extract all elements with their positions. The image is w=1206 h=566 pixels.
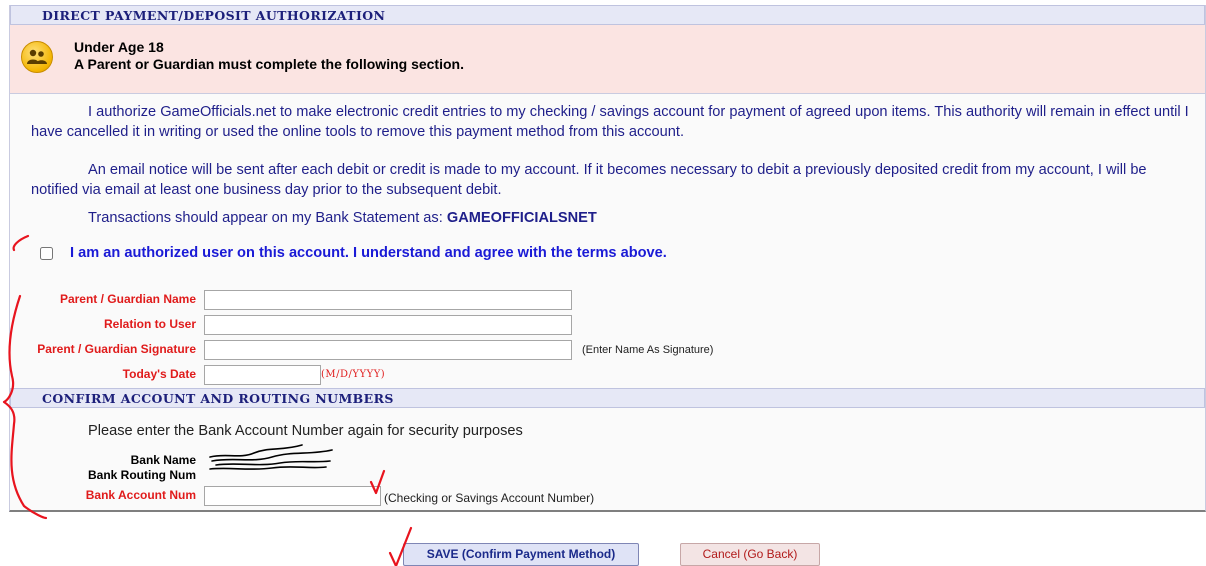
date-format-hint: (M/D/YYYY) [321,369,386,380]
users-icon [21,41,53,73]
signature-label: Parent / Guardian Signature [37,342,196,356]
date-label: Today's Date [122,367,196,381]
guardian-name-label: Parent / Guardian Name [59,292,196,306]
authorization-section-header: DIRECT PAYMENT/DEPOSIT AUTHORIZATION [10,5,1205,25]
cancel-button[interactable]: Cancel (Go Back) [680,543,820,566]
save-button[interactable]: SAVE (Confirm Payment Method) [403,543,639,566]
under-age-alert: Under Age 18 A Parent or Guardian must c… [10,25,1205,94]
bank-statement-line: Transactions should appear on my Bank St… [88,210,597,226]
terms-paragraph-2: An email notice will be sent after each … [31,162,1147,198]
date-input[interactable] [204,365,321,385]
redaction-scribble [209,444,333,470]
signature-input[interactable] [204,340,572,360]
guardian-name-input[interactable] [204,290,572,310]
bank-statement-prefix: Transactions should appear on my Bank St… [88,210,443,226]
agree-checkbox[interactable] [40,247,53,260]
security-instruction: Please enter the Bank Account Number aga… [88,423,523,439]
relation-input[interactable] [204,315,572,335]
relation-label: Relation to User [103,317,196,331]
account-number-input[interactable] [204,486,381,506]
agree-label[interactable]: I am an authorized user on this account.… [70,245,667,261]
routing-label: Bank Routing Num [88,468,196,482]
terms-paragraph-1: I authorize GameOfficials.net to make el… [31,104,1189,140]
confirm-section-header: CONFIRM ACCOUNT AND ROUTING NUMBERS [10,388,1205,408]
bank-statement-name: GAMEOFFICIALSNET [446,210,597,226]
alert-subtitle: A Parent or Guardian must complete the f… [74,56,464,72]
account-number-hint: (Checking or Savings Account Number) [384,491,595,505]
authorization-panel: DIRECT PAYMENT/DEPOSIT AUTHORIZATION Und… [9,5,1206,512]
alert-title: Under Age 18 [74,39,164,55]
signature-hint: (Enter Name As Signature) [582,344,714,356]
bank-name-label: Bank Name [130,453,196,467]
account-number-label: Bank Account Num [85,488,196,502]
